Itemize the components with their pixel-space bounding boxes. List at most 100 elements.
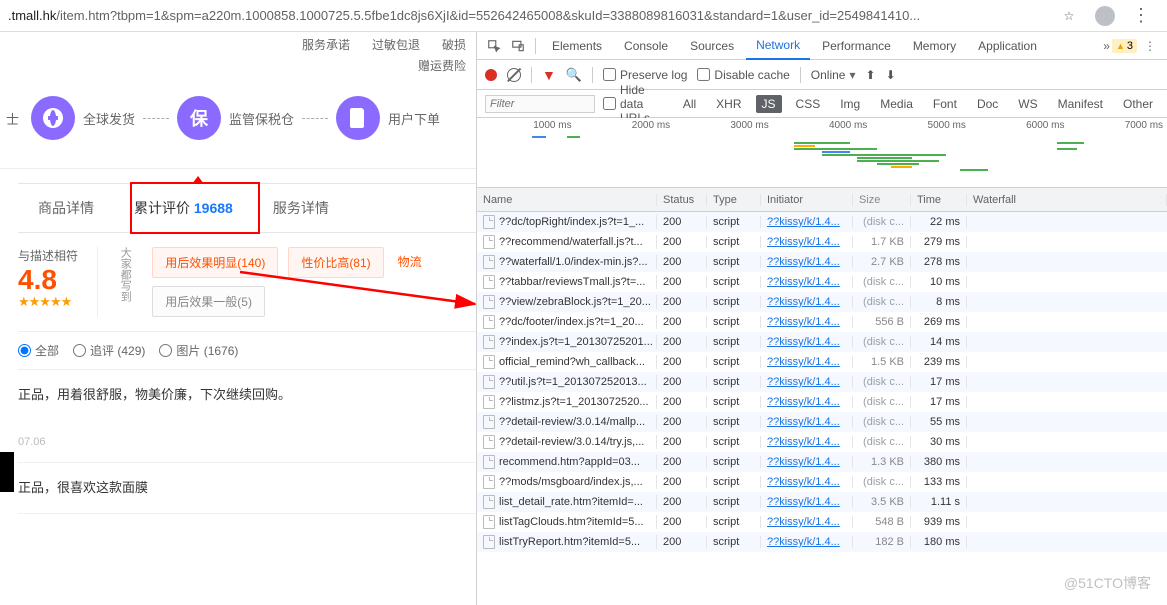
review-tag-shipping[interactable]: 物流 bbox=[394, 247, 426, 278]
network-request-row[interactable]: ??view/zebraBlock.js?t=1_20...200script?… bbox=[477, 292, 1167, 312]
filter-img[interactable]: Img bbox=[834, 95, 866, 113]
more-tabs-icon[interactable]: » bbox=[1103, 39, 1110, 53]
file-icon bbox=[483, 475, 495, 489]
filter-xhr[interactable]: XHR bbox=[710, 95, 747, 113]
globe-icon bbox=[31, 96, 75, 140]
preserve-log-checkbox[interactable]: Preserve log bbox=[603, 68, 687, 82]
filter-toggle-icon[interactable]: ▼ bbox=[542, 67, 556, 83]
filter-ws[interactable]: WS bbox=[1012, 95, 1043, 113]
file-icon bbox=[483, 275, 495, 289]
review-tag-value[interactable]: 性价比高(81) bbox=[288, 247, 383, 278]
broken-label: 破损 bbox=[442, 36, 466, 53]
network-request-row[interactable]: ??detail-review/3.0.14/mallp...200script… bbox=[477, 412, 1167, 432]
filter-image[interactable]: 图片 (1676) bbox=[159, 342, 238, 359]
network-request-row[interactable]: ??recommend/waterfall.js?t...200script??… bbox=[477, 232, 1167, 252]
service-promise-label: 服务承诺 bbox=[302, 36, 350, 53]
network-request-row[interactable]: ??detail-review/3.0.14/try.js,...200scri… bbox=[477, 432, 1167, 452]
timeline-tick: 3000 ms bbox=[674, 120, 773, 131]
review-comment: 正品，用着很舒服，物美价廉，下次继续回购。 07.06 bbox=[18, 370, 476, 463]
tab-reviews[interactable]: 累计评价 19688 bbox=[114, 184, 253, 232]
tab-memory[interactable]: Memory bbox=[903, 33, 966, 59]
review-tag-normal-effect[interactable]: 用后效果一般(5) bbox=[152, 286, 265, 317]
file-icon bbox=[483, 295, 495, 309]
network-request-row[interactable]: ??dc/topRight/index.js?t=1_...200script?… bbox=[477, 212, 1167, 232]
file-icon bbox=[483, 335, 495, 349]
timeline-tick: 5000 ms bbox=[871, 120, 970, 131]
file-icon bbox=[483, 455, 495, 469]
network-request-row[interactable]: listTagClouds.htm?itemId=5...200script??… bbox=[477, 512, 1167, 532]
network-request-row[interactable]: ??dc/footer/index.js?t=1_20...200script?… bbox=[477, 312, 1167, 332]
profile-avatar-icon[interactable] bbox=[1095, 6, 1115, 26]
tab-network[interactable]: Network bbox=[746, 32, 810, 60]
filter-js[interactable]: JS bbox=[756, 95, 782, 113]
file-icon bbox=[483, 415, 495, 429]
download-icon[interactable]: ⬇ bbox=[886, 68, 896, 82]
network-request-row[interactable]: ??listmz.js?t=1_2013072520...200script??… bbox=[477, 392, 1167, 412]
browser-menu-icon[interactable] bbox=[1131, 6, 1151, 26]
network-request-row[interactable]: official_remind?wh_callback...200script?… bbox=[477, 352, 1167, 372]
review-tag-effect[interactable]: 用后效果明显(140) bbox=[152, 247, 278, 278]
timeline-tick: 2000 ms bbox=[576, 120, 675, 131]
file-icon bbox=[483, 395, 495, 409]
devtools-menu-icon[interactable]: ⋮ bbox=[1139, 35, 1161, 57]
search-icon[interactable]: 🔍 bbox=[566, 67, 582, 83]
device-toggle-icon[interactable] bbox=[507, 35, 529, 57]
product-tabs: 商品详情 累计评价 19688 服务详情 bbox=[18, 183, 476, 233]
file-icon bbox=[483, 235, 495, 249]
tab-application[interactable]: Application bbox=[968, 33, 1047, 59]
disable-cache-checkbox[interactable]: Disable cache bbox=[697, 68, 789, 82]
file-icon bbox=[483, 535, 495, 549]
bookmark-star-icon[interactable]: ☆ bbox=[1059, 6, 1079, 26]
filter-append[interactable]: 追评 (429) bbox=[73, 342, 145, 359]
filter-all[interactable]: All bbox=[677, 95, 702, 113]
network-request-row[interactable]: listTryReport.htm?itemId=5...200script??… bbox=[477, 532, 1167, 552]
file-icon bbox=[483, 435, 495, 449]
timeline-tick: 6000 ms bbox=[970, 120, 1069, 131]
network-request-row[interactable]: recommend.htm?appId=03...200script??kiss… bbox=[477, 452, 1167, 472]
tab-sources[interactable]: Sources bbox=[680, 33, 744, 59]
order-icon bbox=[336, 96, 380, 140]
filter-other[interactable]: Other bbox=[1117, 95, 1159, 113]
inspect-icon[interactable] bbox=[483, 35, 505, 57]
filter-manifest[interactable]: Manifest bbox=[1052, 95, 1109, 113]
filter-doc[interactable]: Doc bbox=[971, 95, 1004, 113]
timeline-tick: 4000 ms bbox=[773, 120, 872, 131]
rating-score: 4.8 bbox=[18, 266, 81, 294]
filter-input[interactable] bbox=[485, 95, 595, 113]
record-icon[interactable] bbox=[485, 69, 497, 81]
network-table-header: Name Status Type Initiator Size Time Wat… bbox=[477, 188, 1167, 212]
tab-service-detail[interactable]: 服务详情 bbox=[253, 184, 349, 232]
network-filter-bar: Hide data URLs All XHR JS CSS Img Media … bbox=[477, 90, 1167, 118]
tab-elements[interactable]: Elements bbox=[542, 33, 612, 59]
network-request-row[interactable]: ??index.js?t=1_20130725201...200script??… bbox=[477, 332, 1167, 352]
devtools-tab-bar: Elements Console Sources Network Perform… bbox=[477, 32, 1167, 60]
network-request-row[interactable]: ??mods/msgboard/index.js,...200script??k… bbox=[477, 472, 1167, 492]
tab-performance[interactable]: Performance bbox=[812, 33, 901, 59]
throttling-select[interactable]: Online bbox=[811, 68, 856, 82]
timeline-tick: 1000 ms bbox=[477, 120, 576, 131]
clear-icon[interactable] bbox=[507, 68, 521, 82]
network-table-body[interactable]: ??dc/topRight/index.js?t=1_...200script?… bbox=[477, 212, 1167, 605]
filter-css[interactable]: CSS bbox=[790, 95, 827, 113]
filter-media[interactable]: Media bbox=[874, 95, 919, 113]
network-timeline[interactable]: 1000 ms2000 ms3000 ms4000 ms5000 ms6000 … bbox=[477, 118, 1167, 188]
network-request-row[interactable]: ??waterfall/1.0/index-min.js?...200scrip… bbox=[477, 252, 1167, 272]
file-icon bbox=[483, 375, 495, 389]
review-filters: 全部 追评 (429) 图片 (1676) bbox=[18, 331, 476, 370]
file-icon bbox=[483, 255, 495, 269]
timeline-tick: 7000 ms bbox=[1068, 120, 1167, 131]
network-request-row[interactable]: ??tabbar/reviewsTmall.js?t=...200script?… bbox=[477, 272, 1167, 292]
upload-icon[interactable]: ⬆ bbox=[866, 68, 876, 82]
warning-badge[interactable]: 3 bbox=[1112, 39, 1137, 53]
tab-console[interactable]: Console bbox=[614, 33, 678, 59]
rating-stars-icon: ★★★★★ bbox=[18, 294, 81, 310]
filter-all[interactable]: 全部 bbox=[18, 342, 59, 359]
delivery-flow: 士 全球发货 保 监管保税仓 用户下单 bbox=[0, 86, 476, 169]
tab-product-detail[interactable]: 商品详情 bbox=[18, 184, 114, 232]
file-icon bbox=[483, 355, 495, 369]
filter-font[interactable]: Font bbox=[927, 95, 963, 113]
file-icon bbox=[483, 315, 495, 329]
network-request-row[interactable]: list_detail_rate.htm?itemId=...200script… bbox=[477, 492, 1167, 512]
network-request-row[interactable]: ??util.js?t=1_201307252013...200script??… bbox=[477, 372, 1167, 392]
network-toolbar: ▼ 🔍 Preserve log Disable cache Online ⬆ … bbox=[477, 60, 1167, 90]
